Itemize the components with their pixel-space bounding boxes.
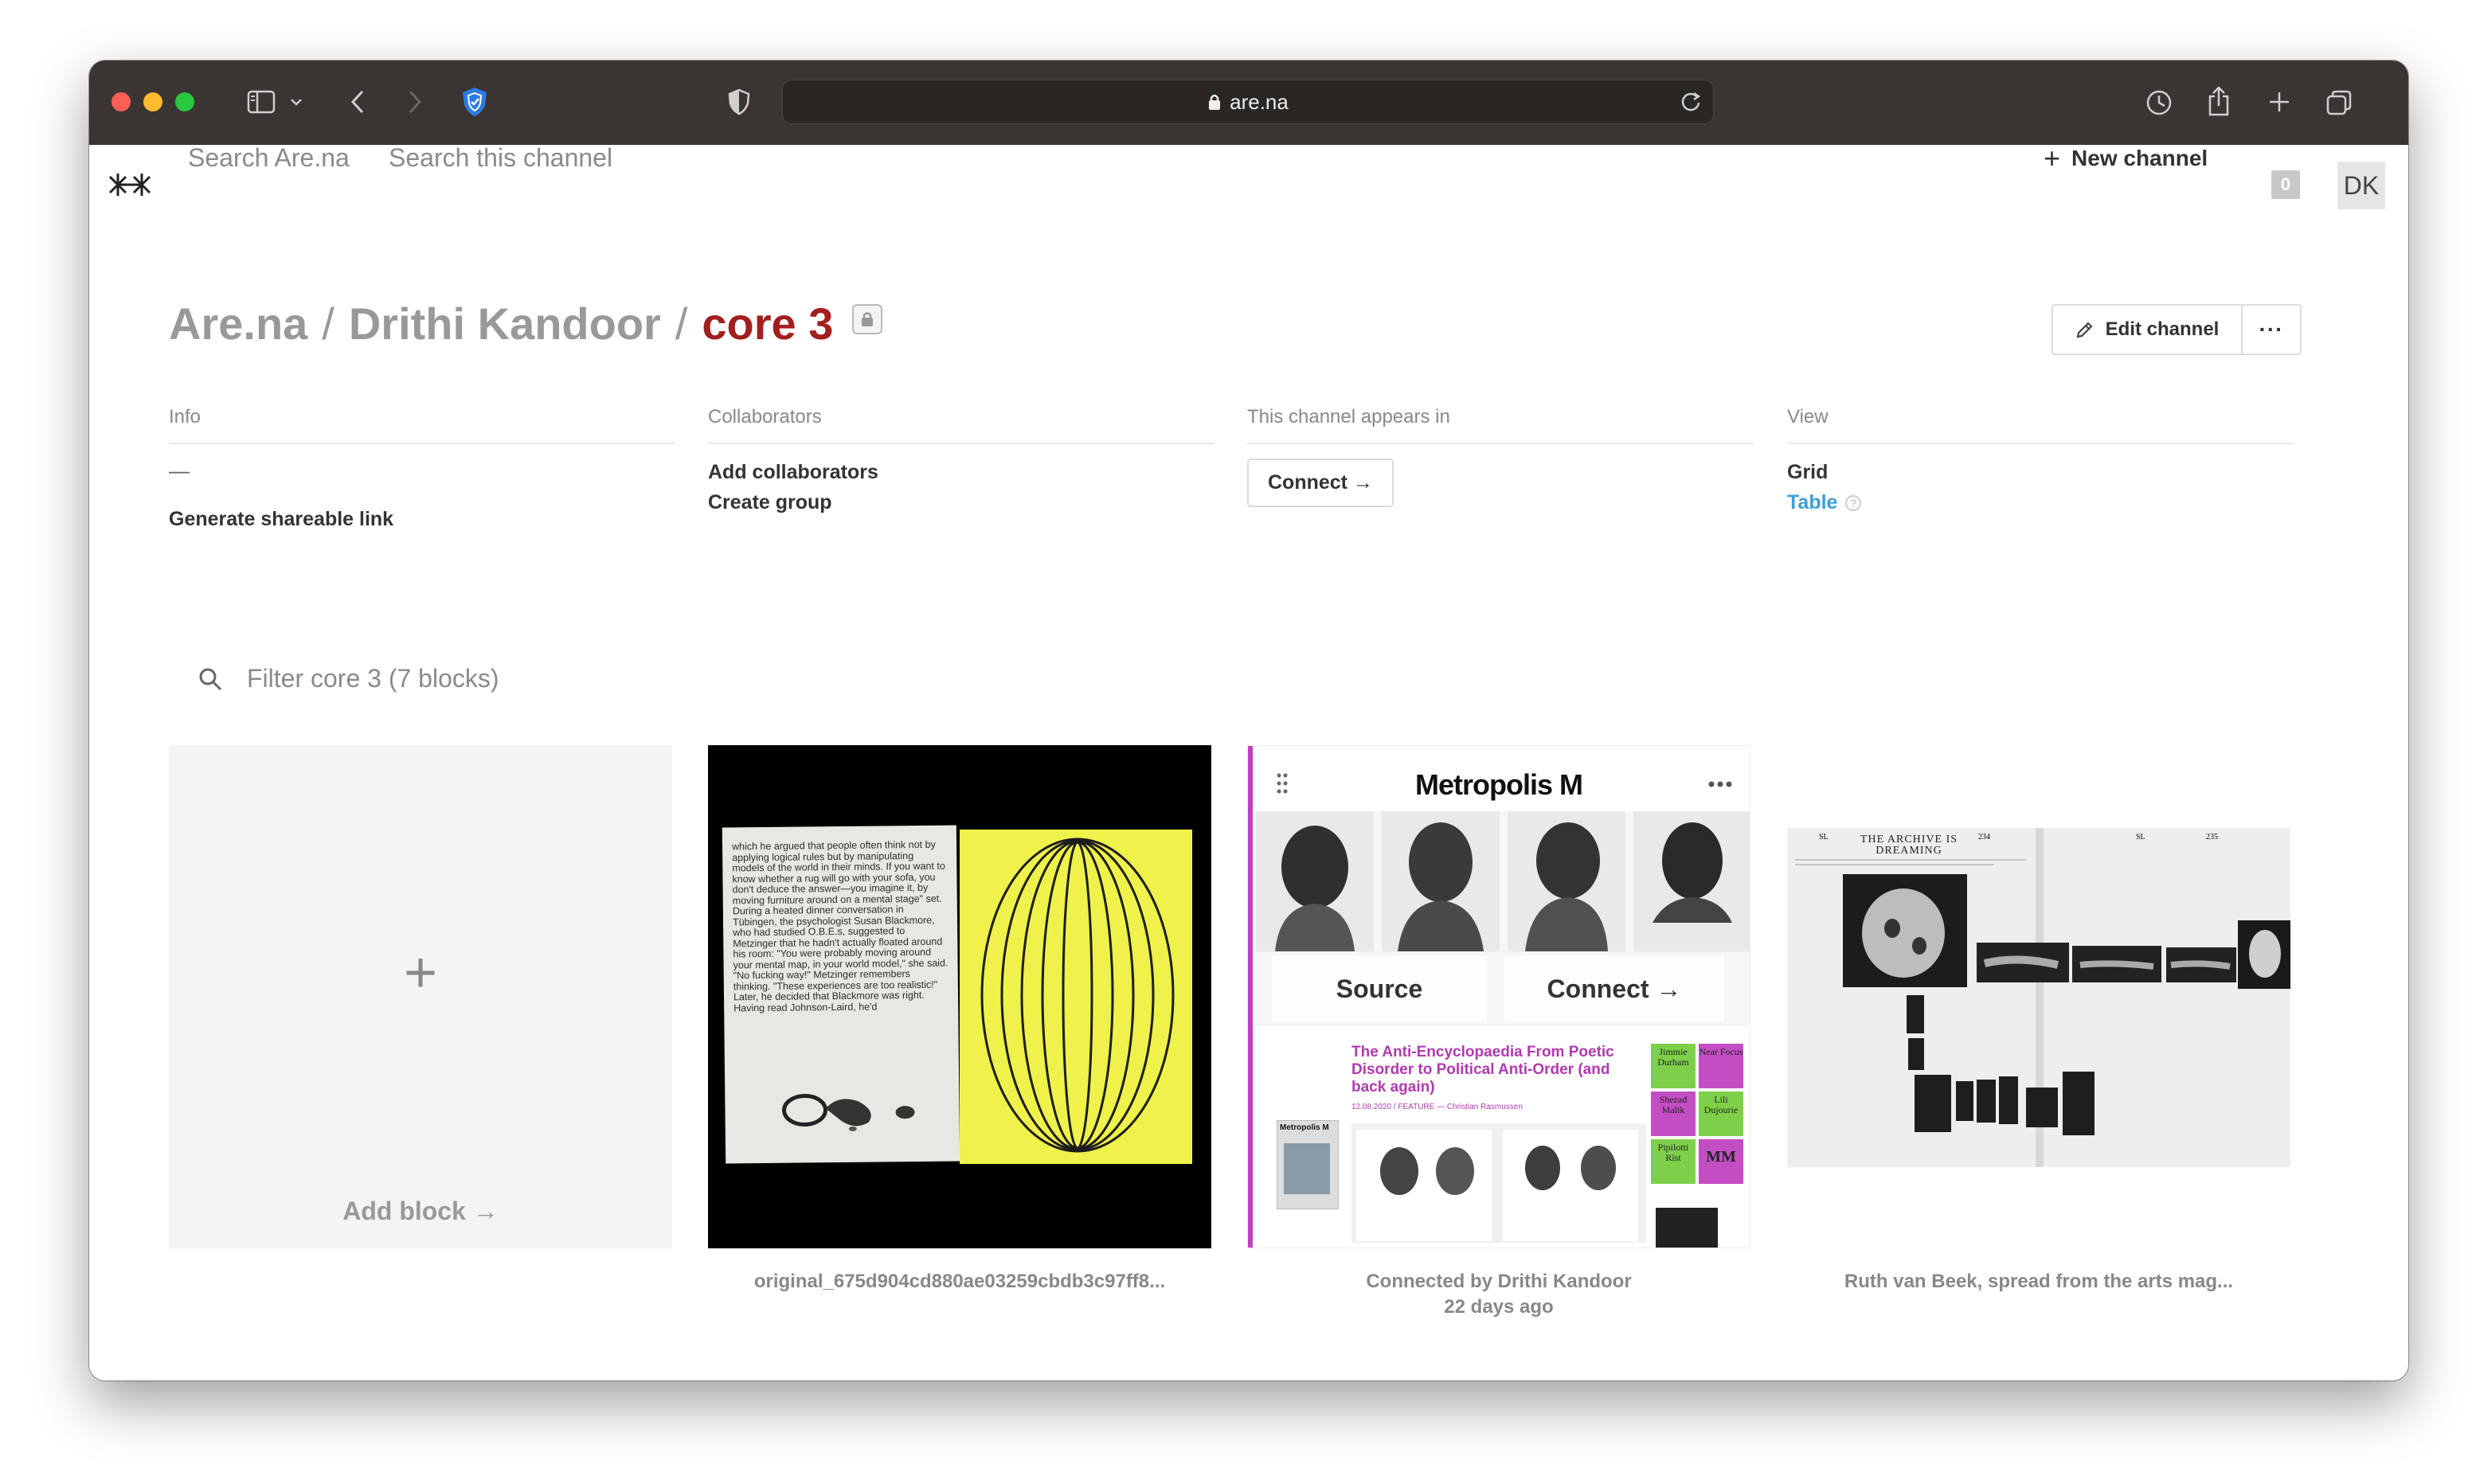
grid-cell[interactable]: Shezad Malik	[1651, 1092, 1696, 1136]
add-block-plus-icon: +	[403, 941, 438, 1005]
privacy-shield-icon[interactable]	[459, 84, 491, 119]
filter-input[interactable]: Filter core 3 (7 blocks)	[247, 664, 499, 693]
browser-window: are.na Search Are.na Search this channel…	[89, 61, 2408, 1381]
forward-icon[interactable]	[403, 88, 427, 116]
arena-logo-icon[interactable]	[107, 167, 153, 202]
collaborators-section: Collaborators Add collaborators Create g…	[708, 406, 1214, 517]
archive-collage	[1795, 828, 2290, 1167]
bust-photo	[1633, 811, 1750, 951]
lock-icon	[1207, 93, 1222, 111]
add-collaborators-link[interactable]: Add collaborators	[708, 457, 1214, 487]
filter-bar[interactable]: Filter core 3 (7 blocks)	[198, 664, 499, 693]
generate-shareable-link[interactable]: Generate shareable link	[169, 504, 675, 534]
block-caption[interactable]: Connected by Drithi Kandoor 22 days ago	[1247, 1269, 1750, 1320]
info-section: Info — Generate shareable link	[169, 406, 675, 534]
back-icon[interactable]	[346, 88, 370, 116]
ellipse-drawing	[980, 838, 1175, 1153]
block-image-metropolis[interactable]: Metropolis M Source Connect → Metropolis…	[1247, 745, 1750, 1248]
block-image-archive-spread[interactable]: SL THE ARCHIVE IS DREAMING 234 SL 235	[1787, 745, 2290, 1248]
appears-in-heading: This channel appears in	[1247, 406, 1754, 444]
magazine-spread: SL THE ARCHIVE IS DREAMING 234 SL 235	[1787, 828, 2290, 1167]
view-section: View Grid Table?	[1787, 406, 2294, 517]
add-block-label[interactable]: Add block →	[169, 1197, 672, 1226]
magazine-title: Metropolis M	[1415, 768, 1583, 801]
magazine-cover: Metropolis M	[1277, 1120, 1339, 1209]
view-grid-option[interactable]: Grid	[1787, 457, 2294, 487]
breadcrumb-separator: /	[322, 299, 334, 349]
user-avatar[interactable]: DK	[2337, 162, 2385, 209]
bust-photo	[1508, 811, 1625, 951]
connect-button[interactable]: Connect →	[1247, 459, 1394, 507]
info-description: —	[169, 459, 190, 482]
tabs-overview-icon[interactable]	[2324, 88, 2354, 118]
article-byline: 12.08.2020 / FEATURE — Christian Rasmuss…	[1351, 1103, 1523, 1111]
create-group-link[interactable]: Create group	[708, 487, 1214, 517]
pencil-icon	[2075, 320, 2095, 339]
appears-in-section: This channel appears in Connect →	[1247, 406, 1754, 507]
address-bar[interactable]: are.na	[782, 80, 1714, 124]
block-caption[interactable]: Ruth van Beek, spread from the arts mag.…	[1787, 1269, 2290, 1295]
edit-channel-label: Edit channel	[2105, 318, 2220, 340]
more-options-button[interactable]: ···	[2241, 304, 2302, 355]
open-book-photo	[1351, 1123, 1646, 1243]
plus-icon: +	[2044, 142, 2061, 174]
search-icon	[198, 666, 223, 692]
reload-icon[interactable]	[1680, 90, 1702, 118]
goggles-illustration	[782, 1093, 915, 1131]
connected-by-text: Connected by Drithi Kandoor	[1366, 1271, 1632, 1292]
view-heading: View	[1787, 406, 2294, 444]
breadcrumb-user[interactable]: Drithi Kandoor	[349, 299, 661, 349]
search-arena-input[interactable]: Search Are.na	[188, 143, 350, 173]
new-channel-button[interactable]: + New channel	[2044, 142, 2208, 175]
collaborators-heading: Collaborators	[708, 406, 1214, 444]
exhibition-grid: Jimmie Durham Near Focus Shezad Malik Li…	[1651, 1044, 1745, 1189]
article-headline[interactable]: The Anti-Encyclopaedia From Poetic Disor…	[1351, 1044, 1646, 1096]
zoom-window-button[interactable]	[175, 92, 194, 111]
help-icon[interactable]: ?	[1845, 495, 1862, 512]
new-channel-label: New channel	[2071, 146, 2208, 170]
book-right-page	[960, 830, 1192, 1164]
block-image-book[interactable]: which he argued that people often think …	[708, 745, 1211, 1248]
minimize-window-button[interactable]	[143, 92, 162, 111]
magazine-cover-title: Metropolis M	[1280, 1123, 1329, 1132]
view-table-option[interactable]: Table?	[1787, 487, 2294, 517]
book-page-text: which he argued that people often think …	[731, 838, 949, 1013]
url-text: are.na	[1230, 89, 1289, 114]
close-window-button[interactable]	[111, 92, 131, 111]
add-block-tile[interactable]: + Add block →	[169, 745, 672, 1248]
breadcrumb-root[interactable]: Are.na	[169, 299, 307, 349]
more-dots-icon[interactable]	[1708, 781, 1732, 787]
view-table-label: Table	[1787, 491, 1838, 514]
breadcrumb-channel[interactable]: core 3	[702, 299, 833, 349]
browser-toolbar: are.na	[89, 61, 2408, 145]
chevron-down-icon[interactable]	[288, 94, 304, 110]
breadcrumb: Are.na / Drithi Kandoor / core 3	[169, 298, 833, 350]
info-heading: Info	[169, 406, 675, 444]
breadcrumb-separator: /	[675, 299, 688, 349]
bust-photo	[1256, 811, 1374, 951]
event-photo	[1656, 1208, 1718, 1248]
grid-cell[interactable]: Jimmie Durham	[1651, 1044, 1696, 1088]
edit-channel-button[interactable]: Edit channel	[2052, 304, 2243, 355]
connect-overlay-button[interactable]: Connect →	[1504, 956, 1724, 1021]
grid-cell[interactable]: Near Focus	[1699, 1044, 1743, 1088]
source-button[interactable]: Source	[1272, 956, 1487, 1021]
sidebar-icon[interactable]	[245, 88, 277, 116]
share-icon[interactable]	[2204, 84, 2233, 118]
block-caption[interactable]: original_675d904cd880ae03259cbdb3c97ff8.…	[708, 1269, 1211, 1295]
grid-cell[interactable]: Pipilotti Rist	[1651, 1139, 1696, 1184]
book-left-page: which he argued that people often think …	[722, 825, 960, 1164]
private-lock-icon	[852, 304, 882, 334]
search-channel-input[interactable]: Search this channel	[389, 143, 612, 173]
cover-photo	[1284, 1143, 1330, 1194]
connected-time-text: 22 days ago	[1444, 1296, 1554, 1318]
new-tab-icon[interactable]	[2265, 88, 2294, 116]
notification-count-badge[interactable]: 0	[2271, 170, 2300, 199]
grid-cell[interactable]: MM	[1699, 1139, 1743, 1184]
grid-cell[interactable]: Lili Dujourie	[1699, 1092, 1743, 1136]
half-shield-icon[interactable]	[725, 88, 753, 116]
bust-photo	[1382, 811, 1500, 951]
history-icon[interactable]	[2144, 88, 2174, 118]
